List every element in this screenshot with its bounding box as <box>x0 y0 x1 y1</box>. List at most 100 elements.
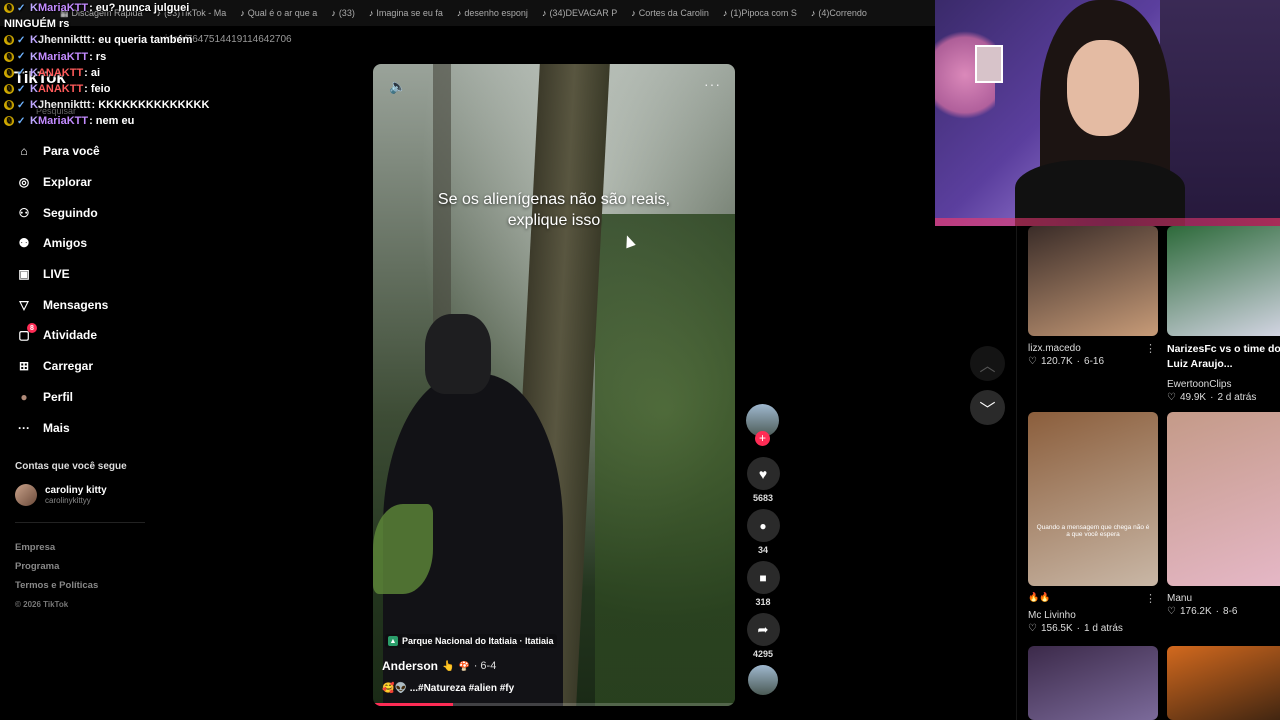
follow-plus-icon[interactable]: + <box>755 431 770 446</box>
bookmark-item[interactable]: ♪ (1)Pipoca com S <box>723 8 797 18</box>
video-description[interactable]: 🥰👽 ...#Natureza #alien #fy <box>382 683 514 694</box>
sub-badge-icon: 0 <box>4 67 14 78</box>
sidebar-item-mais[interactable]: ··· Mais <box>0 412 160 443</box>
sidebar-item-carregar[interactable]: ⊞ Carregar <box>0 351 160 382</box>
volume-icon[interactable]: 🔈 <box>389 78 406 95</box>
k-badge-icon: K <box>30 115 38 128</box>
video-thumbnail[interactable]: Quando a mensagem que chega não é a que … <box>1028 412 1158 586</box>
bookmark-item[interactable]: ♪ Cortes da Carolin <box>631 8 709 18</box>
video-thumbnail[interactable] <box>1167 226 1280 336</box>
video-caption: Se os alienígenas não são reais, expliqu… <box>373 189 735 231</box>
save-button[interactable]: ■ <box>746 561 780 594</box>
sidebar-item-amigos[interactable]: ⚉ Amigos <box>0 228 160 259</box>
creator-name[interactable]: lizx.macedo <box>1028 343 1158 354</box>
footer-link-programa[interactable]: Programa <box>15 557 98 576</box>
location-tag[interactable]: ▲ Parque Nacional do Itatiaia · Itatiaia <box>385 634 557 648</box>
divider <box>15 522 145 523</box>
bookmark-item[interactable]: ♪ (33) <box>331 8 355 18</box>
footer-link-termos[interactable]: Termos e Políticas <box>15 576 98 595</box>
sidebar-item-label: Mais <box>43 420 70 435</box>
chat-username: Jhennikttt <box>37 34 91 47</box>
verified-badge-icon: ✓ <box>17 34 26 46</box>
tiktok-icon: ♪ <box>331 8 336 18</box>
chat-text: : eu queria também <box>91 34 193 47</box>
location-icon: ▲ <box>388 636 398 646</box>
recommended-video-card[interactable]: Quando a mensagem que chega não é a que … <box>1028 412 1158 634</box>
tiktok-icon: ♪ <box>541 8 547 18</box>
sidebar: TikTok Pesquisar ⌂ Para você ◎ Explorar ⚇ Seg… <box>0 52 160 720</box>
sidebar-item-label: Carregar <box>43 359 94 374</box>
sidebar-item-perfil[interactable]: ● Perfil <box>0 382 160 413</box>
sub-badge-icon: 0 <box>4 51 14 62</box>
bookmark-label: desenho esponj <box>464 8 528 18</box>
compass-icon: ◎ <box>18 175 30 190</box>
kebab-menu-icon[interactable]: ⋮ <box>1145 342 1156 355</box>
like-button[interactable]: ♥ <box>746 457 780 490</box>
music-disc-avatar[interactable] <box>748 665 778 695</box>
comment-button[interactable]: ● <box>746 509 780 542</box>
video-thumbnail[interactable] <box>1167 412 1280 586</box>
sidebar-item-explorar[interactable]: ◎ Explorar <box>0 167 160 198</box>
video-thumbnail[interactable] <box>1028 646 1158 720</box>
creator-name[interactable]: EwertoonClips <box>1167 379 1280 390</box>
kebab-menu-icon[interactable]: ⋮ <box>1145 592 1156 605</box>
following-title: Contas que você segue <box>15 461 127 472</box>
video-title[interactable]: NarizesFc vs o time do Luiz Araujo... <box>1167 342 1280 372</box>
following-account[interactable]: caroliny kitty carolinykittyy <box>15 484 107 506</box>
more-options-icon[interactable]: ··· <box>704 76 721 92</box>
recommended-video-card[interactable]: Manu♡176.2K·8-6⋮ <box>1167 412 1280 617</box>
tiktok-icon: ♪ <box>368 8 374 18</box>
chevron-up-icon: ︿ <box>979 357 996 375</box>
previous-video-button[interactable]: ︿ <box>970 346 1005 381</box>
sidebar-item-mensagens[interactable]: ▽ Mensagens <box>0 289 160 320</box>
chat-username: Jhennikttt <box>37 99 91 112</box>
recommended-video-card[interactable]: NarizesFc vs o time do Luiz Araujo... Ewe… <box>1167 226 1280 403</box>
caption-line-1: Se os alienígenas não são reais, <box>437 191 671 208</box>
share-button[interactable]: ➦ <box>746 613 780 646</box>
separator: · <box>1210 392 1214 403</box>
bookmark-item[interactable]: ♪ (4)Correndo <box>811 8 867 18</box>
recommended-video-card[interactable] <box>1028 646 1158 720</box>
post-date: 1 d atrás <box>1084 623 1123 634</box>
video-author[interactable]: Anderson 👆 🍄 · 6-4 <box>382 659 496 673</box>
bookmark-item[interactable]: ♪ desenho esponj <box>457 8 528 18</box>
k-badge-icon: K <box>30 66 38 79</box>
separator: · <box>1215 606 1220 617</box>
sidebar-item-seguindo[interactable]: ⚇ Seguindo <box>0 197 160 228</box>
chat-text: : nem eu <box>89 115 135 128</box>
creator-name[interactable]: Mc Livinho <box>1028 610 1158 621</box>
person-head <box>425 314 491 394</box>
sidebar-item-atividade[interactable]: ▢ 8 Atividade <box>0 320 160 351</box>
send-icon: ▽ <box>19 297 29 312</box>
tiktok-icon: ♪ <box>722 8 728 18</box>
progress-bar[interactable] <box>373 703 735 706</box>
recommended-video-card[interactable] <box>1167 646 1280 720</box>
bookmark-item[interactable]: ♪ (34)DEVAGAR P <box>542 8 617 18</box>
user-plus-icon: ⚇ <box>18 205 30 220</box>
verified-badge-icon: ✓ <box>17 115 26 127</box>
fire-emoji-icon: 🔥🔥 <box>1028 592 1051 602</box>
verified-badge-icon: ✓ <box>17 83 26 95</box>
heart-outline-icon: ♡ <box>1028 356 1037 367</box>
sidebar-item-live[interactable]: ▣ LIVE <box>0 259 160 290</box>
chevron-down-icon: ﹀ <box>979 401 996 419</box>
creator-avatar[interactable]: + <box>746 404 779 446</box>
footer-link-empresa[interactable]: Empresa <box>15 538 98 557</box>
action-rail: + ♥ 5683 ● 34 ■ 318 ➦ 4295 <box>746 404 780 695</box>
creator-name[interactable]: Manu <box>1167 593 1280 604</box>
recommended-video-card[interactable]: lizx.macedo ♡ 120.7K · 6-16 ⋮ <box>1028 226 1158 367</box>
sidebar-item-para-voc-[interactable]: ⌂ Para você <box>0 136 160 167</box>
chat-username: ANAKTT <box>37 83 84 96</box>
caption-line-2: explique isso <box>507 212 601 229</box>
bookmark-item[interactable]: ♪ Imagina se eu fa <box>369 8 443 18</box>
next-video-button[interactable]: ﹀ <box>970 390 1005 425</box>
webcam-frame <box>975 45 1003 83</box>
video-player[interactable]: 🔈 ··· Se os alienígenas não são reais, e… <box>373 64 735 706</box>
comment-count: 34 <box>757 545 768 555</box>
chat-username: MariaKTT <box>37 115 89 128</box>
more-icon: ··· <box>18 420 30 435</box>
video-thumbnail[interactable] <box>1028 226 1158 336</box>
tiktok-icon: ♪ <box>456 8 462 18</box>
video-thumbnail[interactable] <box>1167 646 1280 720</box>
video-stats: ♡ 49.9K · 2 d atrás <box>1167 392 1280 403</box>
